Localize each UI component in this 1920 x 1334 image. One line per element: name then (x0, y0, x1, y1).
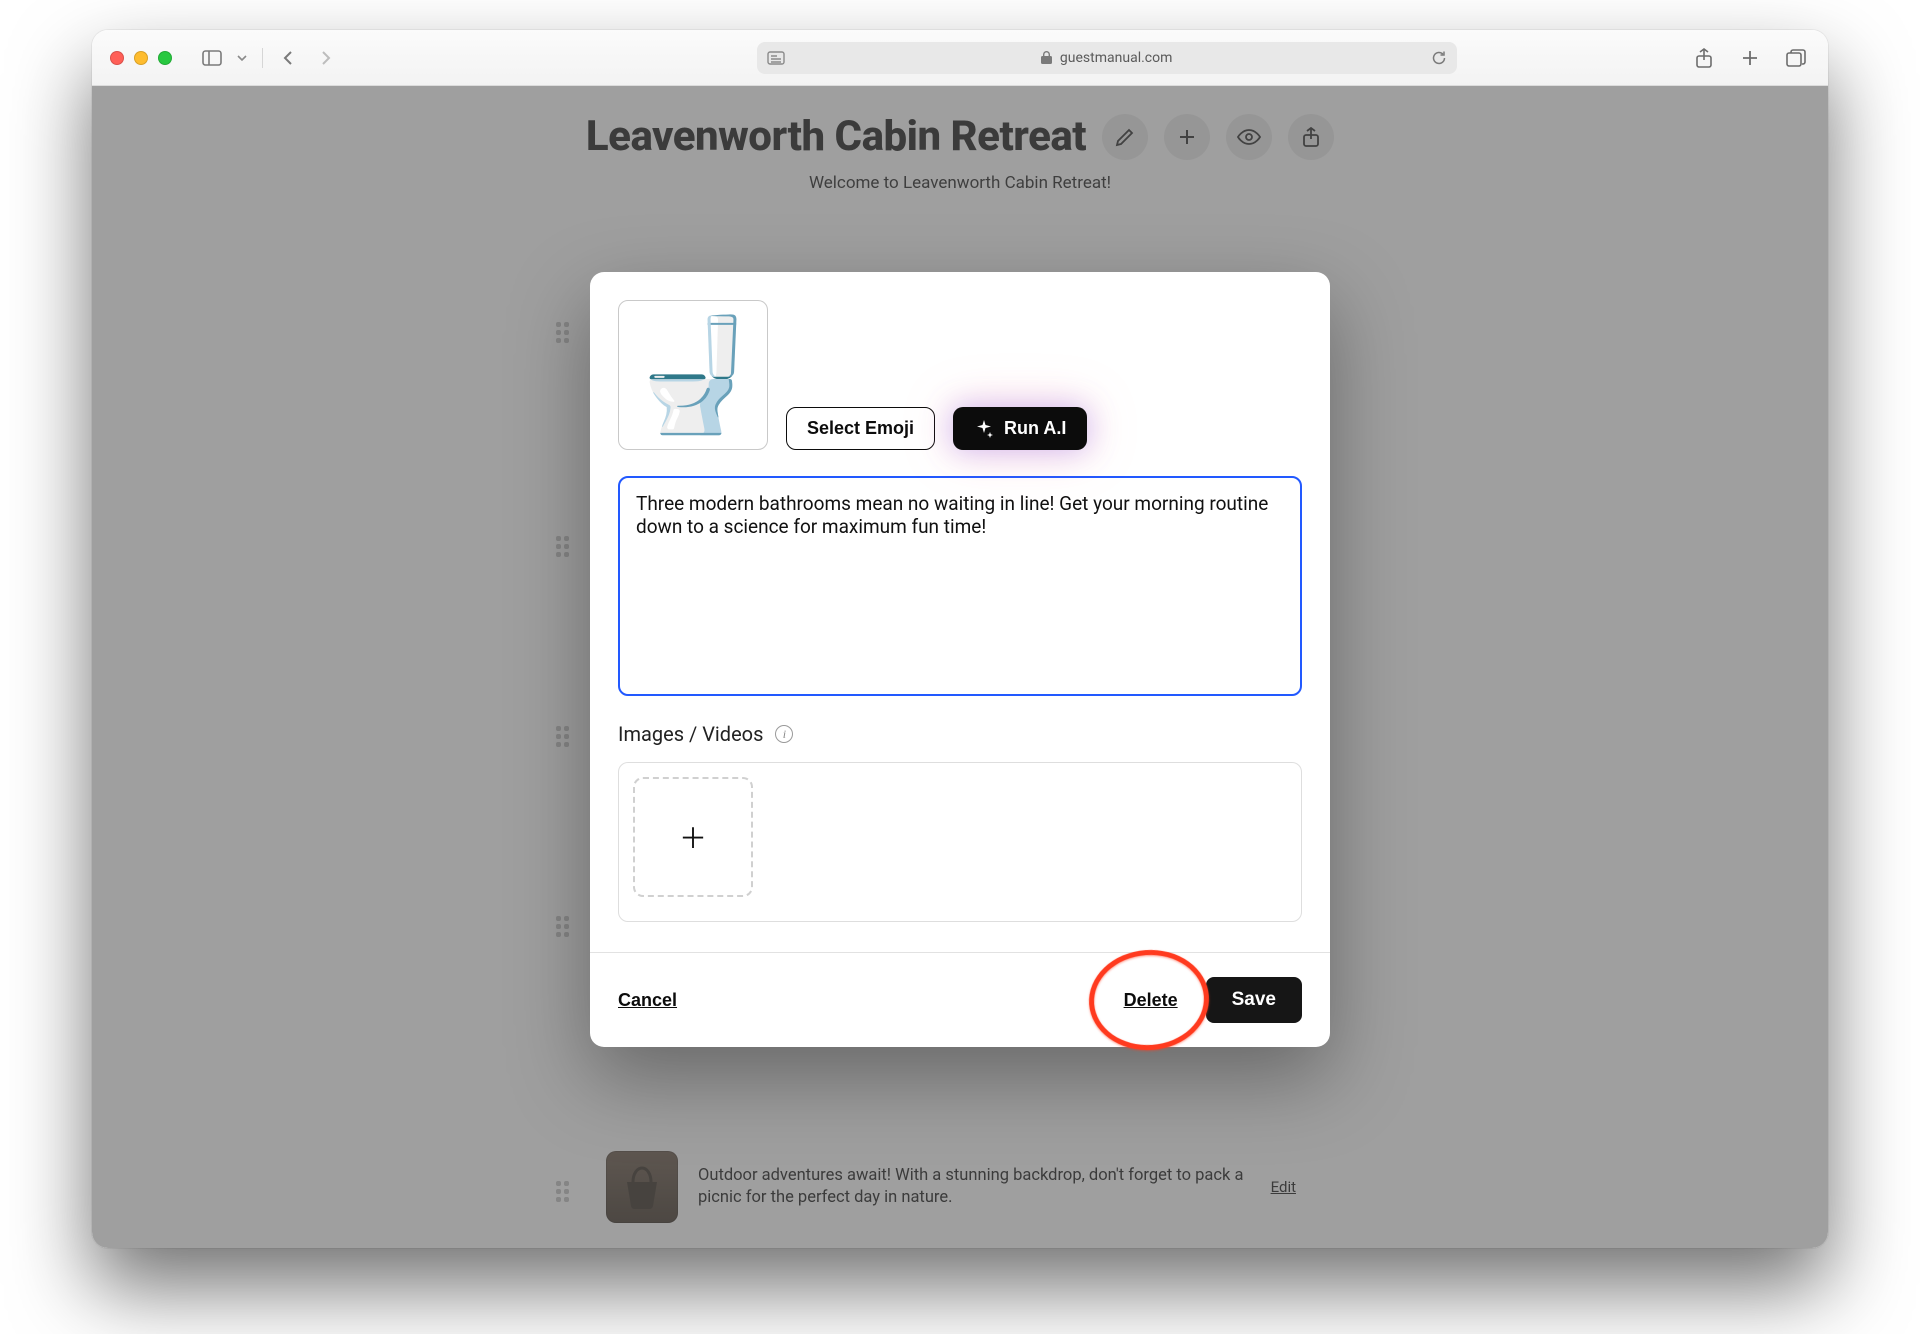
window-zoom[interactable] (158, 51, 172, 65)
modal-footer: Cancel Delete Save (590, 952, 1330, 1047)
media-section-label: Images / Videos (618, 722, 763, 746)
back-button[interactable] (275, 46, 303, 70)
address-bar[interactable]: guestmanual.com (757, 42, 1457, 74)
description-textarea[interactable] (618, 476, 1302, 696)
save-button[interactable]: Save (1206, 977, 1302, 1023)
reload-icon[interactable] (1431, 50, 1447, 66)
delete-button[interactable]: Delete (1124, 990, 1178, 1011)
chevron-down-icon[interactable] (234, 46, 250, 70)
safari-window: guestmanual.com Leavenworth Cabin Retrea… (92, 30, 1828, 1248)
sparkle-icon (974, 419, 994, 439)
run-ai-button[interactable]: Run A.I (953, 407, 1087, 450)
edit-item-modal: 🚽 Select Emoji Run A.I Images / Videos i… (590, 272, 1330, 1047)
reader-icon (767, 51, 785, 65)
tabs-overview-icon[interactable] (1782, 46, 1810, 70)
window-close[interactable] (110, 51, 124, 65)
page-body: Leavenworth Cabin Retreat Welcome to Lea… (92, 86, 1828, 1248)
new-tab-icon[interactable] (1736, 46, 1764, 70)
add-media-button[interactable]: ＋ (633, 777, 753, 897)
media-dropzone: ＋ (618, 762, 1302, 922)
info-icon[interactable]: i (775, 725, 793, 743)
forward-button[interactable] (311, 46, 339, 70)
emoji-preview: 🚽 (618, 300, 768, 450)
safari-toolbar: guestmanual.com (92, 30, 1828, 86)
cancel-button[interactable]: Cancel (618, 990, 677, 1011)
sidebar-toggle-icon[interactable] (198, 46, 226, 70)
select-emoji-button[interactable]: Select Emoji (786, 407, 935, 450)
run-ai-label: Run A.I (1004, 418, 1066, 439)
url-host: guestmanual.com (1060, 50, 1172, 66)
plus-icon: ＋ (679, 817, 707, 857)
lock-icon (1041, 51, 1052, 64)
window-minimize[interactable] (134, 51, 148, 65)
traffic-lights (110, 51, 172, 65)
share-icon[interactable] (1690, 46, 1718, 70)
